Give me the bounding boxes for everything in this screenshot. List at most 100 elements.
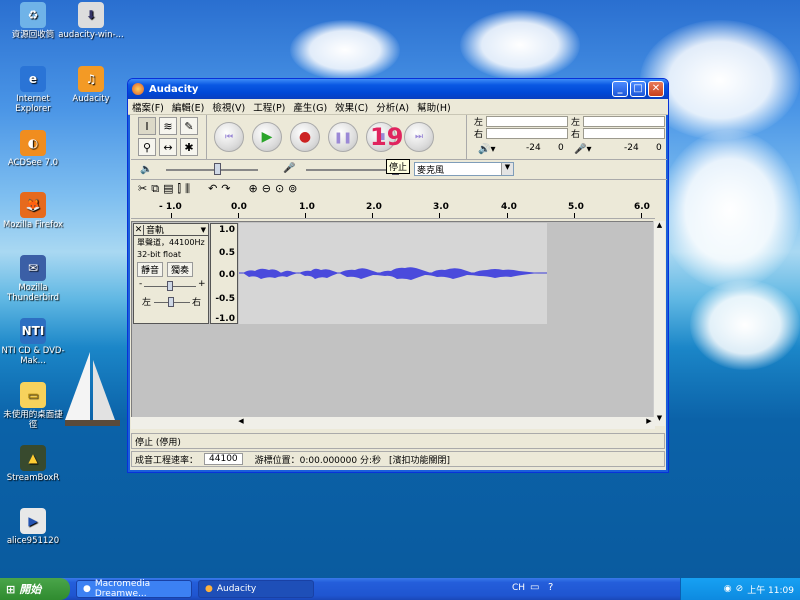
keyboard-icon[interactable]: ▭	[530, 582, 539, 593]
envelope-tool-button[interactable]: ≋	[159, 117, 177, 135]
zoom-tool-button[interactable]: ⚲	[138, 138, 156, 156]
dreamweaver-icon: ●	[83, 584, 91, 594]
play-button[interactable]: ▶	[252, 122, 282, 152]
undo-icon[interactable]: ↶	[208, 182, 217, 196]
y-tick: -0.5	[215, 294, 235, 304]
redo-icon[interactable]: ↷	[221, 182, 230, 196]
scroll-left-icon[interactable]: ◀	[235, 417, 247, 429]
pan-thumb[interactable]	[168, 297, 174, 307]
pause-button[interactable]: ❚❚	[328, 122, 358, 152]
sailboat-graphic	[65, 352, 120, 426]
media-file-icon: ▶	[20, 508, 46, 534]
pan-right-label: 右	[192, 298, 202, 308]
menu-file[interactable]: 檔案(F)	[132, 100, 164, 114]
input-meter-right	[583, 128, 665, 139]
close-button[interactable]: ✕	[648, 81, 664, 97]
desktop-icon[interactable]: ◐ ACDSee 7.0	[0, 130, 66, 168]
desktop-icon[interactable]: ⬇ audacity-win-...	[58, 2, 124, 40]
desktop-icon[interactable]: ♻ 資源回收筒	[0, 2, 66, 40]
input-db-label: -24	[624, 143, 639, 153]
menu-project[interactable]: 工程(P)	[253, 100, 285, 114]
menu-view[interactable]: 檢視(V)	[212, 100, 245, 114]
input-source-select[interactable]: 麥克風 ▼	[414, 162, 514, 176]
menu-bar: 檔案(F) 編輯(E) 檢視(V) 工程(P) 產生(G) 效果(C) 分析(A…	[128, 99, 668, 115]
desktop-icon[interactable]: ▭ 未使用的桌面捷徑	[0, 382, 66, 430]
tray-icon[interactable]: ⊘	[736, 584, 744, 594]
input-meter-left	[583, 116, 665, 127]
track-name-menu[interactable]: 音軌	[144, 223, 201, 236]
skip-end-button[interactable]: ⏭	[404, 122, 434, 152]
minimize-button[interactable]: _	[612, 81, 628, 97]
desktop-icon[interactable]: ♫ Audacity	[58, 66, 124, 104]
output-volume-slider[interactable]	[166, 169, 258, 171]
fit-selection-icon[interactable]: ⊙	[275, 182, 284, 196]
scroll-down-icon[interactable]: ▼	[654, 414, 665, 426]
help-icon[interactable]: ?	[548, 582, 553, 593]
menu-help[interactable]: 幫助(H)	[417, 100, 451, 114]
language-indicator[interactable]: CH	[512, 583, 525, 593]
recycle-bin-icon: ♻	[20, 2, 46, 28]
project-rate-field[interactable]: 44100	[204, 453, 243, 465]
chevron-down-icon[interactable]: ▼	[201, 226, 208, 234]
amplitude-axis: 1.0 0.5 0.0 -0.5 -1.0	[210, 223, 238, 324]
desktop-icon[interactable]: 🦊 Mozilla Firefox	[0, 192, 66, 230]
timeline-ruler[interactable]: - 1.0 0.0 1.0 2.0 3.0 4.0 5.0 6.0	[131, 201, 655, 219]
draw-tool-button[interactable]: ✎	[180, 117, 198, 135]
microphone-volume-icon: 🎤	[283, 163, 296, 174]
clock[interactable]: 上午 11:09	[747, 583, 794, 596]
project-rate-bar: 成音工程速率： 44100 游標位置：0:00.000000 分:秒 [濱扣功能…	[131, 451, 665, 467]
gain-thumb[interactable]	[167, 281, 173, 291]
menu-generate[interactable]: 產生(G)	[293, 100, 327, 114]
scroll-up-icon[interactable]: ▲	[654, 221, 665, 233]
mute-button[interactable]: 靜音	[137, 262, 164, 277]
input-volume-slider[interactable]	[306, 169, 396, 171]
system-tray: ◉ ⊘ 上午 11:09	[680, 578, 800, 600]
title-bar[interactable]: Audacity _ □ ✕	[128, 79, 668, 99]
output-volume-thumb[interactable]	[214, 163, 221, 175]
speaker-icon[interactable]: 🔊▾	[478, 144, 495, 155]
record-button[interactable]: ●	[290, 122, 320, 152]
menu-effect[interactable]: 效果(C)	[335, 100, 368, 114]
silence-icon[interactable]: ⫼	[185, 182, 190, 196]
track-area[interactable]: ✕ 音軌 ▼ 單聲道，44100Hz 32-bit float 靜音 獨奏 - …	[131, 221, 655, 426]
desktop-icon[interactable]: ▲ StreamBoxR	[0, 445, 66, 483]
y-tick: 0.5	[219, 248, 235, 258]
desktop-icon[interactable]: ▶ alice951120	[0, 508, 66, 546]
status-bar: 停止 (停用)	[131, 433, 665, 449]
menu-edit[interactable]: 編輯(E)	[172, 100, 204, 114]
start-button[interactable]: ⊞ 開始	[0, 578, 70, 600]
menu-analyze[interactable]: 分析(A)	[376, 100, 409, 114]
y-tick: -1.0	[215, 314, 235, 324]
timeshift-tool-button[interactable]: ↔	[159, 138, 177, 156]
audacity-icon: ♫	[78, 66, 104, 92]
task-dreamweaver[interactable]: ● Macromedia Dreamwe...	[76, 579, 192, 599]
vertical-scrollbar[interactable]: ▲ ▼	[653, 221, 665, 426]
scroll-right-icon[interactable]: ▶	[643, 417, 655, 429]
project-rate-label: 成音工程速率：	[135, 455, 199, 466]
audio-clip[interactable]	[239, 223, 547, 324]
tray-icon[interactable]: ◉	[724, 584, 732, 594]
desktop-icon[interactable]: NTI NTI CD & DVD-Mak...	[0, 318, 66, 366]
skip-start-button[interactable]: ⏮	[214, 122, 244, 152]
selection-tool-button[interactable]: I	[138, 117, 156, 135]
cut-icon[interactable]: ✂	[138, 182, 147, 196]
taskbar: ⊞ 開始 ● Macromedia Dreamwe... ● Audacity …	[0, 578, 800, 600]
solo-button[interactable]: 獨奏	[167, 262, 194, 277]
nti-cd-icon: NTI	[20, 318, 46, 344]
copy-icon[interactable]: ⧉	[151, 182, 159, 196]
zoom-in-icon[interactable]: ⊕	[249, 182, 258, 196]
horizontal-scrollbar[interactable]: ◀ ▶	[131, 417, 655, 429]
paste-icon[interactable]: ▤	[163, 182, 173, 196]
multi-tool-button[interactable]: ✱	[180, 138, 198, 156]
firefox-icon: 🦊	[20, 192, 46, 218]
close-track-icon[interactable]: ✕	[134, 224, 144, 235]
desktop-icon[interactable]: ✉ Mozilla Thunderbird	[0, 255, 66, 303]
maximize-button[interactable]: □	[630, 81, 646, 97]
task-audacity[interactable]: ● Audacity	[198, 580, 314, 598]
zoom-out-icon[interactable]: ⊖	[262, 182, 271, 196]
microphone-icon[interactable]: 🎤▾	[574, 144, 591, 155]
fit-project-icon[interactable]: ⊚	[288, 182, 297, 196]
trim-icon[interactable]: ⫿	[177, 182, 181, 196]
ruler-tick: 0.0	[231, 202, 247, 212]
desktop-icon[interactable]: e Internet Explorer	[0, 66, 66, 114]
